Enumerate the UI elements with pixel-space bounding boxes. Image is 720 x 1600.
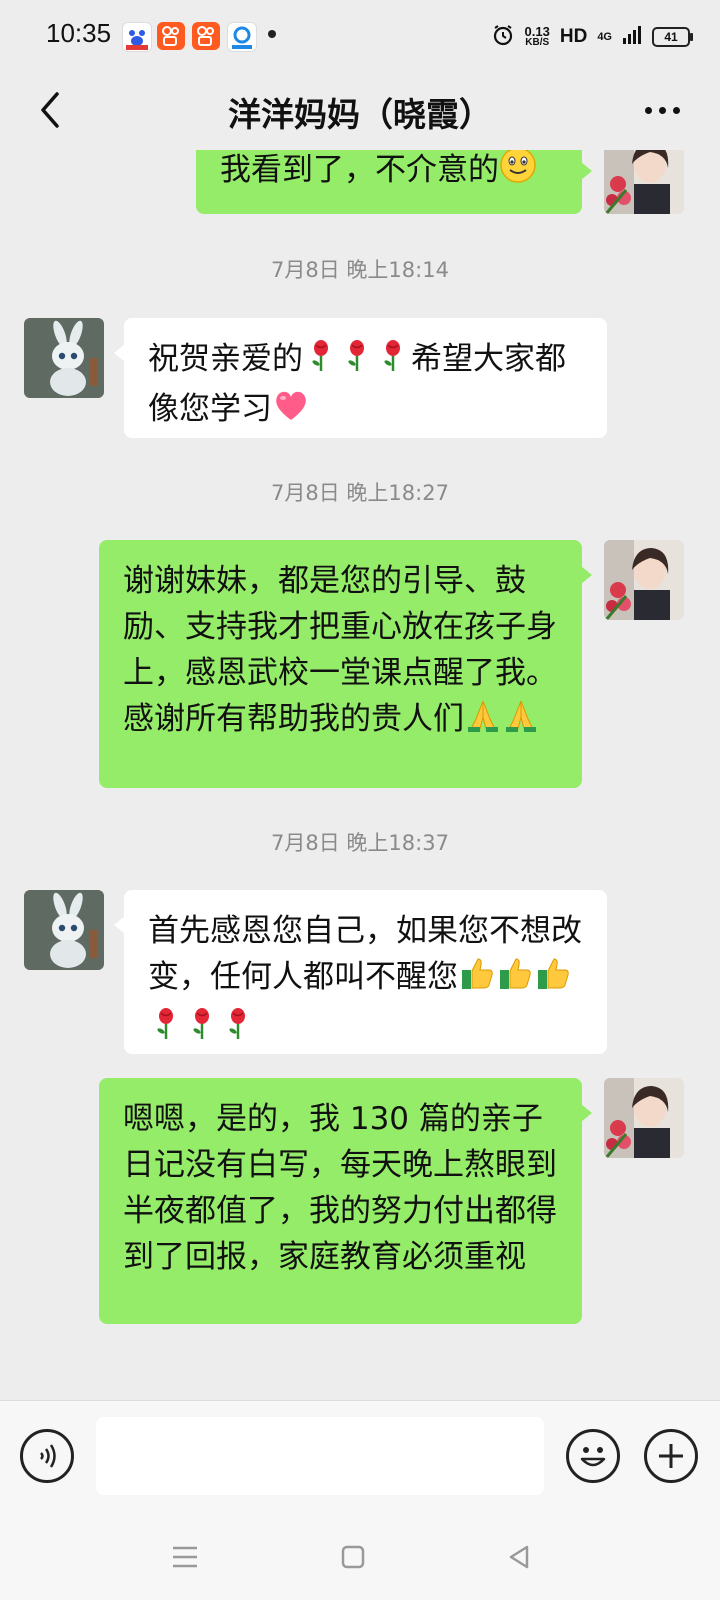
rose-emoji [148,1005,184,1054]
system-nav-bar [0,1510,720,1600]
message-input[interactable] [96,1417,544,1495]
input-bar [0,1400,720,1511]
speed-value: 0.13 [524,24,550,39]
emoji-icon [580,1447,606,1467]
kuaishou-app-icon [157,22,185,50]
status-indicators: 0.13 KB/S HD 4G 41 [491,22,693,52]
rose-emoji [220,1005,256,1054]
chat-header: 洋洋妈妈（晓霞） [0,72,720,150]
message-text: 祝贺亲爱的 [148,341,303,377]
timestamp: 7月8日 晚上18:27 [271,481,449,505]
thumbs-up-emoji [458,955,496,1004]
avatar-self[interactable] [604,150,684,214]
timestamp: 7月8日 晚上18:14 [271,258,449,282]
network-type: 4G [597,31,612,43]
avatar-friend[interactable] [24,890,104,970]
message-bubble-outgoing[interactable]: 我看到了，不介意的 [196,150,592,214]
thumbs-up-emoji [496,955,534,1004]
network-speed: 0.13 KB/S [524,24,550,48]
timestamp: 7月8日 晚上18:37 [271,831,449,855]
message-bubble-outgoing[interactable]: 嗯嗯，是的，我 130 篇的亲子日记没有白写，每天晚上熬眼到半夜都值了，我的努力… [99,1078,592,1324]
nav-back-button[interactable] [496,1534,542,1580]
smile-emoji [499,150,537,197]
menu-button[interactable] [162,1534,208,1580]
thumbs-up-emoji [534,955,572,1004]
message-bubble-outgoing[interactable]: 谢谢妹妹，都是您的引导、鼓励、支持我才把重心放在孩子身上，感恩武校一堂课点醒了我… [99,540,592,788]
more-dots-icon [644,106,652,114]
rose-emoji [303,337,339,386]
chat-title: 洋洋妈妈（晓霞） [228,95,492,134]
plus-icon [659,1444,683,1468]
message-text: 像您学习 [148,391,272,427]
message-text: 希望大家都 [411,341,566,377]
pray-emoji [502,697,540,746]
heart-emoji [272,387,310,436]
message-bubble-incoming[interactable]: 首先感恩您自己，如果您不想改变，任何人都叫不醒您 [114,890,607,1054]
status-bar: 10:35 0.13 KB/S HD 4G 41 [0,0,720,72]
network-label: 4G [597,31,612,43]
chat-area[interactable]: 我看到了，不介意的 7月8日 晚上18:14 祝贺亲爱的 希望大家都像您学习 7月… [0,150,720,1400]
more-dot [672,106,680,114]
avatar-friend[interactable] [24,318,104,398]
message-bubble-incoming[interactable]: 祝贺亲爱的 希望大家都像您学习 [114,318,607,438]
emoji-button[interactable] [566,1429,620,1483]
rose-emoji [339,337,375,386]
avatar-self[interactable] [604,1078,684,1158]
message-text: 嗯嗯，是的，我 130 篇的亲子日记没有白写，每天晚上熬眼到半夜都值了，我的努力… [123,1101,557,1275]
avatar-self[interactable] [604,540,684,620]
back-triangle-icon [509,1545,529,1569]
signal-icon [622,24,642,51]
baidu-app-icon [122,22,152,52]
voice-button[interactable] [20,1429,74,1483]
more-button[interactable] [632,82,692,138]
battery-level: 41 [664,30,678,44]
message-text: 我看到了，不介意的 [220,152,499,188]
kuaishou-app-icon [192,22,220,50]
plus-button[interactable] [644,1429,698,1483]
battery-icon: 41 [652,27,693,47]
alarm-icon [491,23,515,52]
hd-label: HD [559,26,588,47]
pray-emoji [464,697,502,746]
more-dot [658,106,666,114]
notification-dot [268,30,276,38]
rose-emoji [375,337,411,386]
home-button[interactable] [330,1534,376,1580]
home-square-icon [341,1545,365,1569]
status-time: 10:35 [46,18,112,48]
rose-emoji [184,1005,220,1054]
speed-unit: KB/S [525,37,550,48]
voice-icon [40,1444,56,1468]
browser-app-icon [227,22,257,52]
menu-icon [173,1546,197,1568]
